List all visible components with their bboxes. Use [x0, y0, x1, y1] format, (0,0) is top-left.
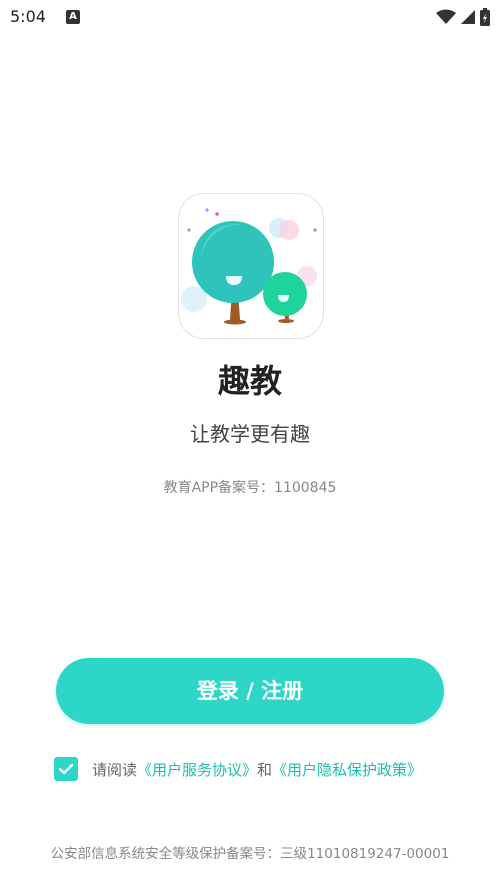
- app-logo: [178, 193, 324, 339]
- app-record-number: 教育APP备案号：1100845: [163, 480, 337, 496]
- security-record-footer: 公安部信息系统安全等级保护备案号：三级11010819247-00001: [50, 846, 450, 862]
- signal-icon: [461, 10, 475, 24]
- user-service-agreement-link[interactable]: 《用户服务协议》: [137, 759, 257, 780]
- agreement-checkbox[interactable]: [54, 757, 78, 781]
- agreement-and: 和: [257, 760, 273, 779]
- agreement-prefix: 请阅读: [92, 760, 138, 779]
- wifi-icon: [436, 9, 456, 24]
- privacy-policy-link[interactable]: 《用户隐私保护政策》: [272, 759, 422, 780]
- system-icons: [436, 8, 490, 26]
- login-register-button[interactable]: 登录 / 注册: [56, 658, 444, 724]
- status-bar: 5:04 A: [0, 0, 500, 34]
- app-name: 趣教: [217, 362, 282, 400]
- notification-a-icon: A: [66, 10, 80, 24]
- app-tagline: 让教学更有趣: [190, 422, 310, 446]
- status-time: 5:04: [10, 7, 46, 26]
- agreement-row: 请阅读 《用户服务协议》 和 《用户隐私保护政策》: [54, 756, 422, 782]
- battery-icon: [480, 8, 490, 26]
- check-icon: [58, 763, 74, 775]
- tree-logo-icon: [181, 208, 317, 325]
